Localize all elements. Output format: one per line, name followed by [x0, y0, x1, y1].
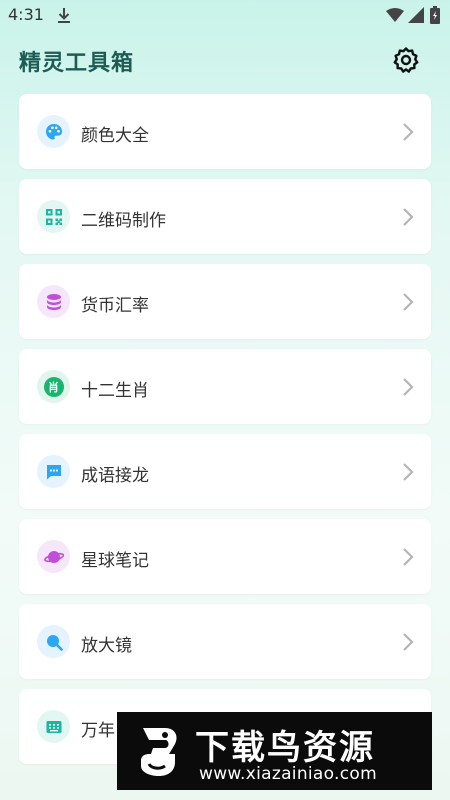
- chat-icon: [46, 464, 61, 479]
- menu-item-label: 万年: [81, 721, 115, 741]
- menu-item-magnifier[interactable]: 放大镜: [19, 604, 431, 679]
- download-icon: [58, 8, 70, 23]
- menu-icon-bg: [37, 540, 70, 573]
- menu-icon-bg: [37, 625, 70, 658]
- menu-item-label: 二维码制作: [81, 211, 166, 231]
- menu-icon-bg: [37, 200, 70, 233]
- menu-icon-bg: [37, 710, 70, 743]
- planet-icon: [43, 550, 64, 563]
- menu-item-label: 成语接龙: [81, 466, 149, 486]
- bird-logo-icon: [141, 728, 177, 776]
- menu-item-label: 货币汇率: [81, 296, 149, 316]
- menu-item-label: 颜色大全: [81, 126, 149, 146]
- zodiac-icon-glyph: 肖: [48, 380, 59, 394]
- chevron-right-icon: [403, 633, 414, 651]
- watermark-title: 下载鸟资源: [195, 728, 375, 768]
- menu-item-qrcode[interactable]: 二维码制作: [19, 179, 431, 254]
- calendar-icon: [46, 720, 61, 733]
- magnifier-icon: [46, 634, 63, 651]
- menu-icon-bg: 肖: [37, 370, 70, 403]
- qrcode-icon: [45, 208, 62, 225]
- coins-icon: [46, 293, 61, 310]
- watermark-banner: 下载鸟资源 www.xiazainiao.com: [117, 712, 432, 790]
- chevron-right-icon: [403, 463, 414, 481]
- menu-item-label: 十二生肖: [81, 381, 149, 401]
- palette-icon: [45, 123, 62, 139]
- chevron-right-icon: [403, 548, 414, 566]
- menu-icon-bg: [37, 115, 70, 148]
- status-bar: 4:31: [0, 0, 450, 30]
- chevron-right-icon: [403, 378, 414, 396]
- watermark-url: www.xiazainiao.com: [199, 764, 377, 784]
- zodiac-icon: 肖: [43, 376, 64, 397]
- battery-icon: [430, 6, 440, 24]
- menu-item-currency[interactable]: 货币汇率: [19, 264, 431, 339]
- menu-item-label: 放大镜: [81, 636, 132, 656]
- menu-icon-bg: [37, 285, 70, 318]
- app-title: 精灵工具箱: [19, 51, 135, 76]
- chevron-right-icon: [403, 293, 414, 311]
- status-time: 4:31: [8, 5, 44, 24]
- menu-item-colors[interactable]: 颜色大全: [19, 94, 431, 169]
- signal-icon: [408, 7, 424, 23]
- gear-icon: [393, 47, 419, 73]
- menu-item-planet-notes[interactable]: 星球笔记: [19, 519, 431, 594]
- menu-item-zodiac[interactable]: 肖 十二生肖: [19, 349, 431, 424]
- tool-menu-list: 颜色大全 二维码制作 货币汇率 肖 十二生肖 成语接龙 星球笔记 放大镜 万年: [19, 94, 431, 774]
- settings-button[interactable]: [390, 44, 422, 76]
- menu-item-label: 星球笔记: [81, 551, 149, 571]
- menu-item-idiom-chain[interactable]: 成语接龙: [19, 434, 431, 509]
- menu-icon-bg: [37, 455, 70, 488]
- chevron-right-icon: [403, 208, 414, 226]
- chevron-right-icon: [403, 123, 414, 141]
- wifi-icon: [386, 8, 404, 22]
